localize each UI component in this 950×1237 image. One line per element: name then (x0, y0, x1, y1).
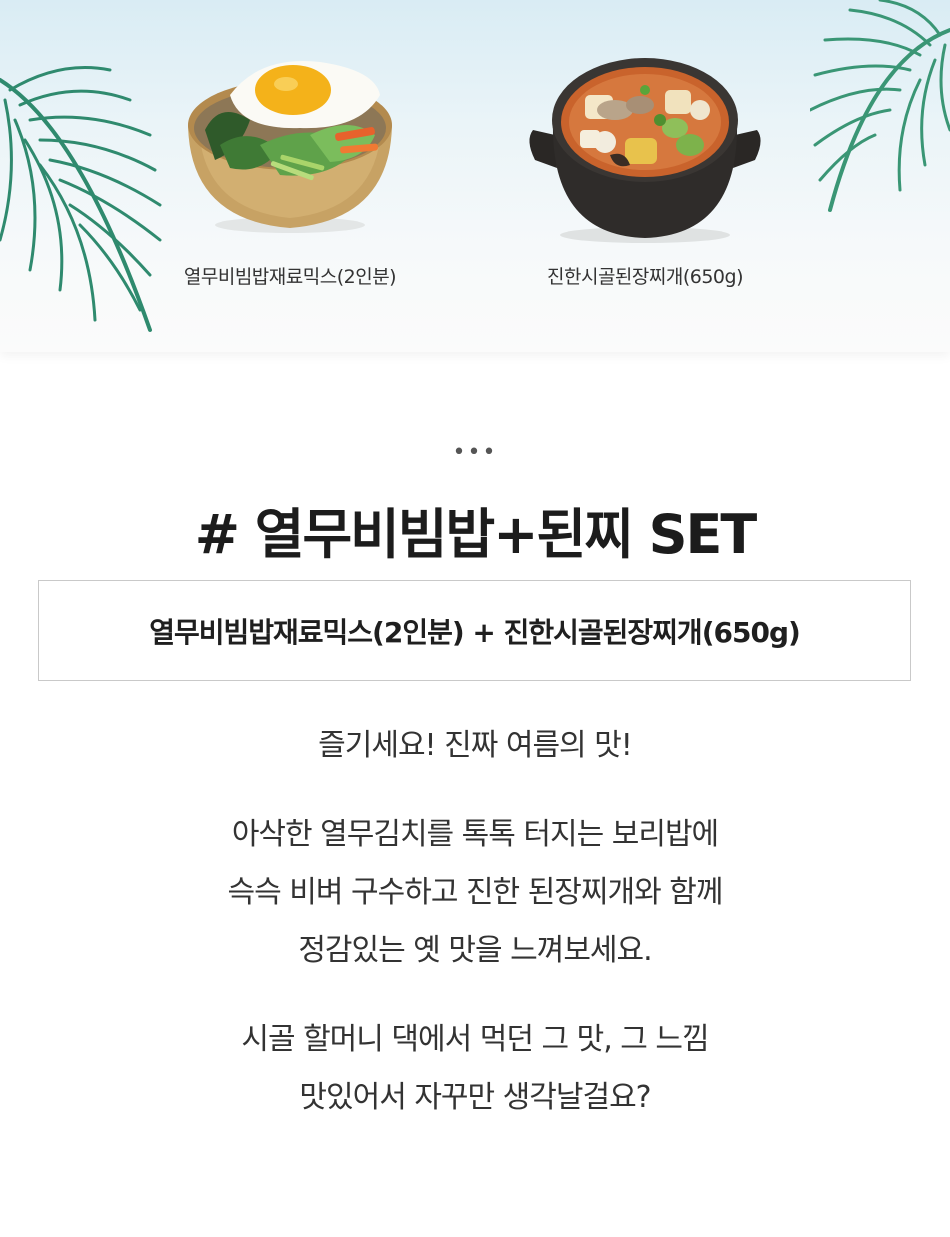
set-contents-box: 열무비빔밥재료믹스(2인분) + 진한시골된장찌개(650g) (38, 580, 911, 681)
product-name: 진한시골된장찌개(650g) (547, 266, 744, 288)
description-paragraph-2: 아삭한 열무김치를 톡톡 터지는 보리밥에 슥슥 비벼 구수하고 진한 된장찌개… (0, 806, 950, 980)
description-line: 아삭한 열무김치를 톡톡 터지는 보리밥에 (231, 817, 719, 852)
product-name: 열무비빔밥재료믹스(2인분) (183, 266, 397, 288)
description-paragraph-3: 시골 할머니 댁에서 먹던 그 맛, 그 느낌 맛있어서 자꾸만 생각날걸요? (0, 1011, 950, 1127)
hero-banner: 열무비빔밥재료믹스(2인분) 진한시골된장찌개(650g) (0, 0, 950, 352)
section-divider-dots: ••• (452, 440, 498, 465)
set-contents-text: 열무비빔밥재료믹스(2인분) + 진한시골된장찌개(650g) (149, 615, 801, 649)
description-line: 맛있어서 자꾸만 생각날걸요? (299, 1080, 651, 1115)
description-line: 슥슥 비벼 구수하고 진한 된장찌개와 함께 (227, 875, 724, 910)
product-card-bibimbap[interactable]: 열무비빔밥재료믹스(2인분) (150, 50, 430, 288)
description-line: 정감있는 옛 맛을 느껴보세요. (298, 933, 652, 968)
description-line: 즐기세요! 진짜 여름의 맛! (318, 728, 633, 763)
set-title: # 열무비빔밥+된찌 SET (194, 503, 757, 566)
description-paragraph-1: 즐기세요! 진짜 여름의 맛! (0, 717, 950, 775)
palm-leaf-left (0, 66, 162, 332)
bibimbap-bowl-image (188, 60, 392, 233)
doenjang-stew-pot-image (529, 58, 761, 243)
product-card-doenjang[interactable]: 진한시골된장찌개(650g) (505, 50, 785, 288)
description-line: 시골 할머니 댁에서 먹던 그 맛, 그 느낌 (241, 1022, 709, 1057)
palm-leaf-right (810, 0, 950, 212)
